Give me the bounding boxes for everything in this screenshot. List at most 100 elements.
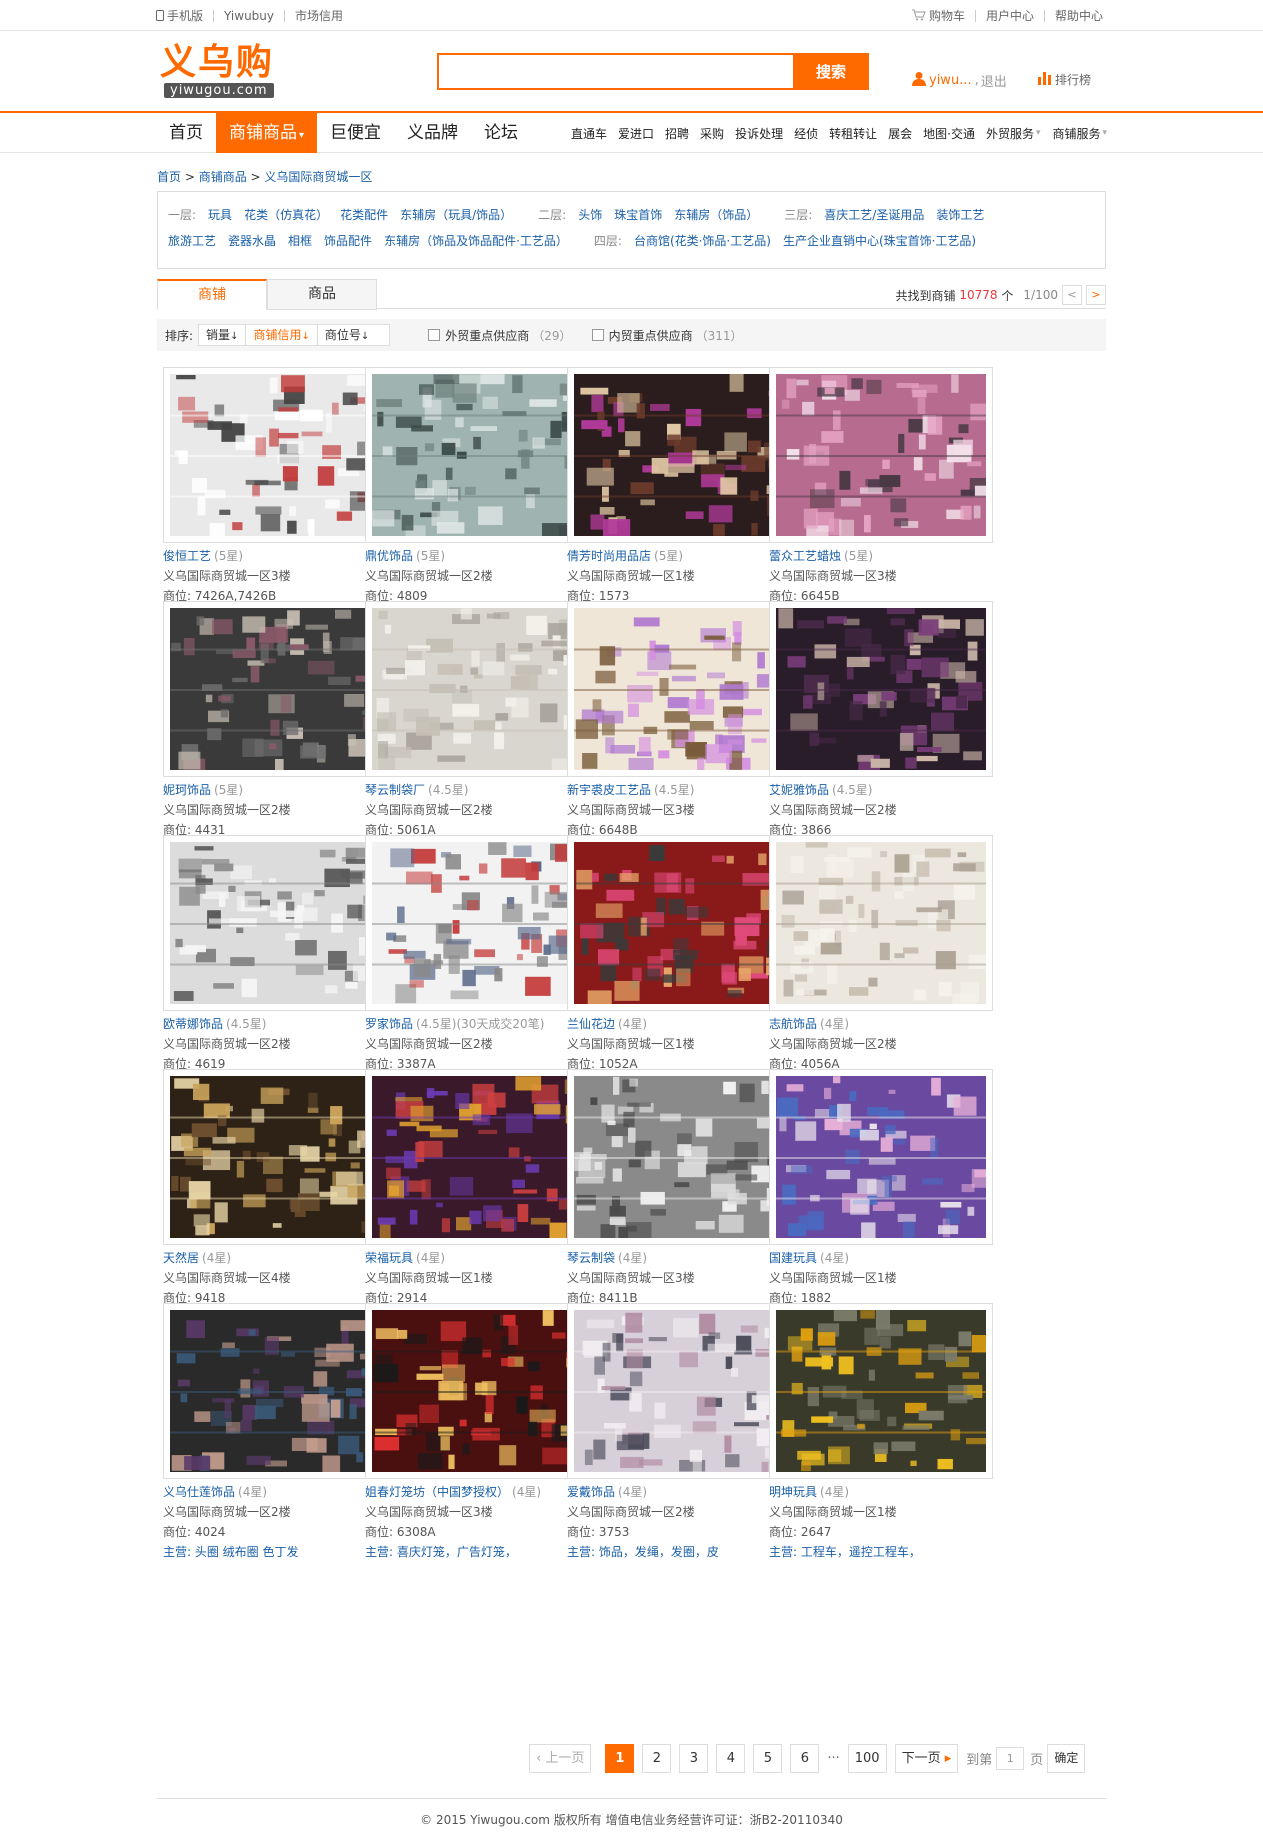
help-center-link[interactable]: 帮助中心 (1055, 7, 1103, 24)
market-credit-link[interactable]: 市场信用 (295, 7, 343, 24)
shop-card[interactable]: 艾妮雅饰品(4.5星)义乌国际商贸城一区2楼商位: 3866主营: 饰品 发绳 … (763, 601, 993, 857)
shop-name[interactable]: 义乌仕莲饰品 (163, 1485, 235, 1499)
rank-link[interactable]: 排行榜 (1038, 71, 1091, 88)
nav-item[interactable]: 论坛 (471, 113, 531, 153)
category-link[interactable]: 瓷器水晶 (228, 234, 276, 248)
page-number[interactable]: 1 (605, 1744, 635, 1773)
shop-name[interactable]: 爱戴饰品 (567, 1485, 615, 1499)
category-link[interactable]: 喜庆工艺/圣诞用品 (824, 208, 924, 222)
search-input[interactable] (439, 55, 809, 88)
category-link[interactable]: 台商馆(花类·饰品·工艺品) (634, 234, 771, 248)
shop-main-products[interactable]: 主营: 头圈 绒布圈 色丁发 (163, 1542, 393, 1562)
nav-item[interactable]: 巨便宜 (317, 113, 394, 153)
shop-photo[interactable] (769, 601, 993, 777)
page-number[interactable]: 5 (753, 1744, 783, 1773)
nav-sub-item[interactable]: 投诉处理 (735, 125, 783, 142)
shop-name[interactable]: 兰仙花边 (567, 1017, 615, 1031)
nav-sub-item[interactable]: 招聘 (665, 125, 689, 142)
shop-photo[interactable] (365, 367, 589, 543)
shop-photo[interactable] (163, 367, 390, 543)
nav-item[interactable]: 义品牌 (394, 113, 471, 153)
shop-card[interactable]: 罗家饰品 (4.5星)(30天成交20笔) 义乌国际商贸城一区2楼 商位: 3387A… (359, 835, 589, 1091)
foreign-trade-filter[interactable]: 外贸重点供应商 （29） (428, 327, 572, 344)
category-link[interactable]: 相框 (288, 234, 312, 248)
category-link[interactable]: 东辅房（玩具/饰品） (400, 208, 512, 222)
shop-photo[interactable] (163, 601, 390, 777)
shop-card[interactable]: 天然居(4星)义乌国际商贸城一区4楼商位: 9418主营: 天然水晶,碧玺,琥珀 (157, 1069, 394, 1325)
shop-main-products[interactable]: 主营: 工程车，遥控工程车， (769, 1542, 999, 1562)
shop-card[interactable]: 鼎优饰品(5星)义乌国际商贸城一区2楼商位: 4809主营: 耳钉耳环,手链手镯… (359, 367, 589, 623)
page-number[interactable]: 4 (716, 1744, 746, 1773)
prev-page-button[interactable]: ‹ 上一页 (529, 1744, 592, 1773)
nav-sub-item[interactable]: 地图·交通 (923, 125, 975, 142)
page-number[interactable]: 100 (847, 1744, 887, 1773)
shop-photo[interactable] (769, 1303, 994, 1479)
nav-sub-item[interactable]: 转租转让 (829, 125, 877, 142)
shop-card[interactable]: 荣福玩具(4星)义乌国际商贸城一区1楼商位: 2914主营: 帽子，工艺帽，喜庆… (359, 1069, 594, 1325)
cart-link[interactable]: 购物车 (911, 7, 965, 24)
user-center-link[interactable]: 用户中心 (986, 7, 1034, 24)
shop-name[interactable]: 琴云制袋厂 (365, 783, 425, 797)
shop-card[interactable]: 俊恒工艺(5星)义乌国际商贸城一区3楼商位: 7426A,7426B主营: 创意… (157, 367, 390, 623)
yiwubuy-link[interactable]: Yiwubuy (224, 9, 274, 23)
tab-products[interactable]: 商品 (267, 279, 377, 310)
nav-sub-item[interactable]: 采购 (700, 125, 724, 142)
checkbox[interactable] (591, 329, 604, 341)
shop-photo[interactable] (567, 367, 796, 543)
tab-shops[interactable]: 商铺 (157, 279, 267, 310)
shop-photo[interactable] (769, 835, 994, 1011)
next-page-arrow[interactable]: > (1086, 285, 1106, 305)
category-link[interactable]: 旅游工艺 (168, 234, 216, 248)
shop-photo[interactable] (163, 1069, 394, 1245)
shop-card[interactable]: 欧蒂娜饰品(4.5星)义乌国际商贸城一区2楼商位: 4619主营: 合金爪夹，头… (157, 835, 387, 1091)
shop-photo[interactable] (365, 835, 589, 1011)
shop-photo[interactable] (567, 1069, 796, 1245)
nav-sub-item[interactable]: 商铺服务 (1053, 125, 1101, 142)
shop-name[interactable]: 姐春灯笼坊（中国梦授权） (365, 1485, 509, 1499)
domestic-trade-filter[interactable]: 内贸重点供应商 （311） (591, 327, 742, 344)
shop-name[interactable]: 新宇裘皮工艺品 (567, 783, 651, 797)
category-link[interactable]: 生产企业直销中心(珠宝首饰·工艺品) (783, 234, 976, 248)
shop-name[interactable]: 琴云制袋 (567, 1251, 615, 1265)
shop-name[interactable]: 天然居 (163, 1251, 199, 1265)
shop-card[interactable]: 妮珂饰品(5星)义乌国际商贸城一区2楼商位: 4431主营: 米珠手链,米珠项链… (157, 601, 390, 857)
shop-card[interactable]: 琴云制袋(4星)义乌国际商贸城一区3楼商位: 8411B主营: opp袋，PE高… (561, 1069, 796, 1325)
checkbox[interactable] (428, 329, 441, 341)
page-number[interactable]: 6 (790, 1744, 820, 1773)
shop-name[interactable]: 妮珂饰品 (163, 783, 211, 797)
shop-main-products[interactable]: 主营: 饰品，发绳，发圈，皮 (567, 1542, 797, 1562)
shop-photo[interactable] (365, 601, 589, 777)
breadcrumb-home[interactable]: 首页 (157, 170, 181, 184)
shop-photo[interactable] (163, 1303, 387, 1479)
logout-link[interactable]: 退出 (981, 71, 1007, 90)
shop-name[interactable]: 罗家饰品 (365, 1017, 413, 1031)
username[interactable]: yiwu... (929, 73, 972, 88)
category-link[interactable]: 东辅房（饰品） (674, 208, 758, 222)
shop-name[interactable]: 艾妮雅饰品 (769, 783, 829, 797)
shop-photo[interactable] (567, 1303, 796, 1479)
shop-card[interactable]: 琴云制袋厂(4.5星)义乌国际商贸城一区2楼商位: 5061A主营: OPP袋，… (359, 601, 589, 857)
shop-photo[interactable] (567, 835, 792, 1011)
shop-photo[interactable] (163, 835, 387, 1011)
shop-name[interactable]: 明坤玩具 (769, 1485, 817, 1499)
shop-name[interactable]: 蕾众工艺蜡烛 (769, 549, 841, 563)
next-page-button[interactable]: 下一页 ▸ (894, 1744, 959, 1773)
sort-option[interactable]: 商位号↓ (316, 324, 391, 346)
category-link[interactable]: 玩具 (208, 208, 232, 222)
shop-name[interactable]: 欧蒂娜饰品 (163, 1017, 223, 1031)
nav-item[interactable]: 首页 (156, 113, 216, 153)
shop-card[interactable]: 爱戴饰品 (4星) 义乌国际商贸城一区2楼 商位: 3753 主营: 饰品，发绳，发圈，… (561, 1303, 796, 1559)
category-link[interactable]: 花类（仿真花） (244, 208, 328, 222)
shop-card[interactable]: 志航饰品(4星)义乌国际商贸城一区2楼商位: 4056A主营: 头饰，发夹,发圈 (763, 835, 994, 1091)
category-link[interactable]: 珠宝首饰 (614, 208, 662, 222)
shop-card[interactable]: 兰仙花边(4星)义乌国际商贸城一区1楼商位: 1052A主营: 彩带，织带，花边 (561, 835, 792, 1091)
shop-card[interactable]: 姐春灯笼坊（中国梦授权） (4星) 义乌国际商贸城一区3楼 商位: 6308A 主营: … (359, 1303, 591, 1559)
shop-name[interactable]: 倩芳时尚用品店 (567, 549, 651, 563)
sort-option[interactable]: 销量↓ (198, 324, 247, 346)
shop-photo[interactable] (769, 1069, 999, 1245)
mobile-link[interactable]: 手机版 (156, 7, 203, 24)
breadcrumb-current[interactable]: 义乌国际商贸城一区 (264, 170, 372, 184)
shop-photo[interactable] (769, 367, 993, 543)
nav-sub-item[interactable]: 经侦 (794, 125, 818, 142)
shop-name[interactable]: 鼎优饰品 (365, 549, 413, 563)
